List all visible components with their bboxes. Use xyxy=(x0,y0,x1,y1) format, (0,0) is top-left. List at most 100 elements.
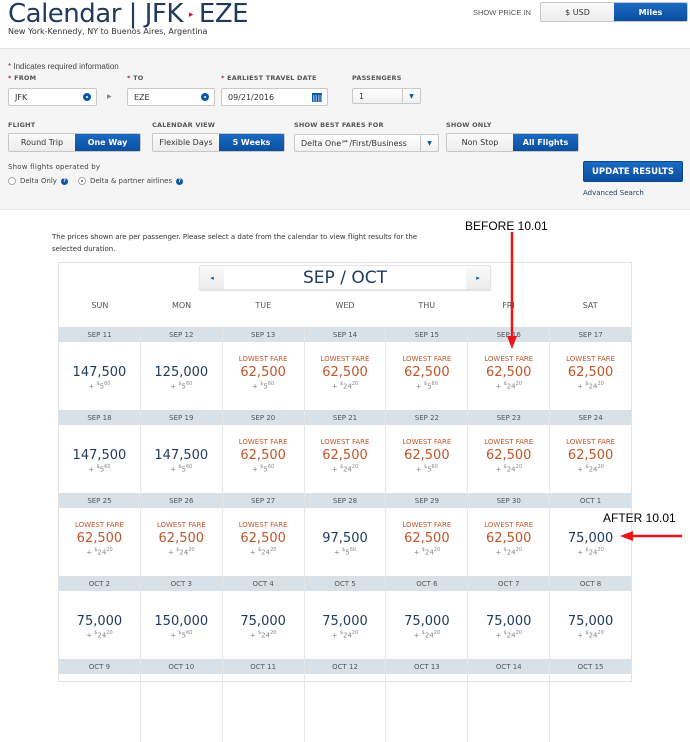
calendar-day-cell[interactable]: SEP 26 LOWEST FARE 62,500 + $2420 xyxy=(140,493,223,576)
lowest-fare-badge: LOWEST FARE xyxy=(402,438,452,447)
tax-cents: 20 xyxy=(515,630,523,637)
from-input[interactable]: JFK xyxy=(8,88,97,106)
calendar-day-cell[interactable]: OCT 4 75,000 + $2420 xyxy=(222,576,305,659)
day-fare: LOWEST FARE 62,500 + $2420 xyxy=(550,425,631,493)
all-flights-button[interactable]: All Flights xyxy=(513,134,578,151)
info-icon[interactable]: ? xyxy=(60,177,68,185)
fare-miles: 62,500 xyxy=(322,365,368,381)
calendar-day-cell[interactable]: SEP 11 147,500 + $560 xyxy=(59,327,141,410)
calendar-day-cell[interactable]: SEP 17 LOWEST FARE 62,500 + $2420 xyxy=(550,327,632,410)
advanced-search-link[interactable]: Advanced Search xyxy=(583,189,644,197)
calendar-day-cell[interactable]: SEP 12 125,000 + $560 xyxy=(140,327,223,410)
calendar-day-cell[interactable]: SEP 14 LOWEST FARE 62,500 + $2420 xyxy=(304,327,387,410)
round-trip-button[interactable]: Round Trip xyxy=(9,134,75,151)
calendar-day-cell[interactable]: OCT 5 75,000 + $2420 xyxy=(304,576,387,659)
calendar-day-cell[interactable]: SEP 21 LOWEST FARE 62,500 + $2420 xyxy=(304,410,387,493)
next-month-icon[interactable]: ▸ xyxy=(466,266,490,289)
calendar-day-cell[interactable]: OCT 1 75,000 + $2420 xyxy=(550,493,632,576)
calendar-day-cell[interactable]: SEP 25 LOWEST FARE 62,500 + $2420 xyxy=(59,493,141,576)
passengers-select[interactable]: 1 ▼ xyxy=(352,88,421,104)
lowest-fare-badge: LOWEST FARE xyxy=(402,355,452,364)
flexible-days-button[interactable]: Flexible Days xyxy=(153,134,219,151)
day-fare: LOWEST FARE 62,500 + $2420 xyxy=(550,342,631,410)
calendar-day-cell[interactable]: OCT 8 75,000 + $2420 xyxy=(550,576,632,659)
tax-dollars: 24 xyxy=(261,548,271,557)
fare-taxes: + $560 xyxy=(170,381,193,391)
calendar-day-cell[interactable]: SEP 28 97,500 + $560 xyxy=(304,493,387,576)
location-pin-icon[interactable] xyxy=(201,93,209,101)
day-date: OCT 9 xyxy=(59,659,140,674)
lowest-fare-badge: LOWEST FARE xyxy=(484,355,534,364)
best-fares-select[interactable]: Delta One℠/First/Business ▼ xyxy=(294,134,439,152)
delta-only-radio[interactable] xyxy=(8,177,16,185)
price-usd-button[interactable]: $ USD xyxy=(541,3,614,21)
calendar-day-cell[interactable]: OCT 7 75,000 + $2420 xyxy=(468,576,551,659)
calendar-week: SEP 18 147,500 + $560 SEP 19 147,500 + $560 SE… xyxy=(59,410,632,493)
calendar-day-cell[interactable]: SEP 23 LOWEST FARE 62,500 + $2420 xyxy=(468,410,551,493)
day-date: OCT 12 xyxy=(304,659,386,674)
fare-miles: 62,500 xyxy=(240,365,286,381)
lowest-fare-badge: LOWEST FARE xyxy=(156,521,206,530)
calendar-day-cell[interactable]: OCT 3 150,000 + $560 xyxy=(140,576,223,659)
delta-partner-radio[interactable] xyxy=(77,177,86,185)
day-date: OCT 6 xyxy=(386,576,468,591)
update-results-button[interactable]: UPDATE RESULTS xyxy=(583,161,683,182)
operated-by-label: Show flights operated by xyxy=(8,163,101,171)
tax-cents: 20 xyxy=(515,464,523,471)
calendar-day-cell[interactable]: SEP 18 147,500 + $560 xyxy=(59,410,141,493)
calendar-grid: SEP 11 147,500 + $560 SEP 12 125,000 + $560 SE… xyxy=(59,327,632,742)
calendar-day-cell[interactable]: OCT 10 xyxy=(140,659,223,742)
calendar-icon[interactable] xyxy=(312,93,322,102)
tax-cents: 20 xyxy=(270,630,277,637)
day-fare: 75,000 + $2420 xyxy=(223,591,304,659)
day-date: SEP 12 xyxy=(140,327,222,342)
calendar-day-cell[interactable]: OCT 15 xyxy=(550,659,632,742)
prev-month-icon[interactable]: ◂ xyxy=(200,266,224,289)
calendar-day-cell[interactable]: OCT 13 xyxy=(386,659,469,742)
non-stop-button[interactable]: Non Stop xyxy=(447,134,513,151)
calendar-day-cell[interactable]: OCT 6 75,000 + $2420 xyxy=(386,576,469,659)
dow-sun: SUN xyxy=(91,301,109,310)
tax-cents: 20 xyxy=(351,381,359,388)
tax-dollars: 24 xyxy=(506,548,516,557)
calendar-day-cell[interactable]: SEP 20 LOWEST FARE 62,500 + $560 xyxy=(222,410,305,493)
calendar-day-cell[interactable]: OCT 2 75,000 + $2420 xyxy=(59,576,141,659)
dow-tue: TUE xyxy=(255,301,272,310)
fare-miles: 62,500 xyxy=(404,531,450,547)
fare-miles: 125,000 xyxy=(154,365,209,381)
fare-taxes: + $2420 xyxy=(495,630,523,640)
tax-cents: 20 xyxy=(433,630,441,637)
search-form: * Indicates required information * FROM … xyxy=(0,48,690,210)
location-pin-icon[interactable] xyxy=(83,93,91,101)
annotation-arrow-left xyxy=(620,531,682,541)
five-weeks-button[interactable]: 5 Weeks xyxy=(219,134,284,151)
calendar-day-cell[interactable]: SEP 13 LOWEST FARE 62,500 + $560 xyxy=(222,327,305,410)
fare-miles: 147,500 xyxy=(154,448,209,464)
calendar-day-cell[interactable]: OCT 14 xyxy=(468,659,551,742)
calendar-day-cell[interactable]: SEP 19 147,500 + $560 xyxy=(140,410,223,493)
calendar-day-cell[interactable]: SEP 24 LOWEST FARE 62,500 + $2420 xyxy=(550,410,632,493)
fare-taxes: + $560 xyxy=(333,547,357,557)
tax-cents: 60 xyxy=(349,547,357,554)
calendar-day-cell[interactable]: OCT 11 xyxy=(222,659,305,742)
to-input[interactable]: EZE xyxy=(127,88,215,106)
one-way-button[interactable]: One Way xyxy=(75,134,140,151)
calendar-day-cell[interactable]: SEP 27 LOWEST FARE 62,500 + $2420 xyxy=(222,493,305,576)
best-fares-label: SHOW BEST FARES FOR xyxy=(294,121,384,129)
day-date: OCT 5 xyxy=(304,576,386,591)
calendar-day-cell[interactable]: SEP 30 LOWEST FARE 62,500 + $2420 xyxy=(468,493,551,576)
arrow-head xyxy=(507,336,517,349)
travel-date-input[interactable]: 09/21/2016 xyxy=(221,88,328,106)
calendar-day-cell[interactable]: SEP 29 LOWEST FARE 62,500 + $2420 xyxy=(386,493,469,576)
dow-mon: MON xyxy=(171,301,192,310)
info-icon[interactable]: ? xyxy=(176,177,184,185)
price-note: The prices shown are per passenger. Plea… xyxy=(52,233,418,253)
tax-cents: 60 xyxy=(104,381,111,388)
annotation-arrow-down xyxy=(507,232,517,349)
fare-taxes: + $2420 xyxy=(249,630,277,640)
calendar-day-cell[interactable]: SEP 22 LOWEST FARE 62,500 + $560 xyxy=(386,410,469,493)
calendar-day-cell[interactable]: SEP 15 LOWEST FARE 62,500 + $560 xyxy=(386,327,469,410)
price-miles-button[interactable]: Miles xyxy=(614,3,687,21)
calendar-day-cell[interactable]: OCT 12 xyxy=(304,659,387,742)
calendar-day-cell[interactable]: OCT 9 xyxy=(59,659,141,742)
